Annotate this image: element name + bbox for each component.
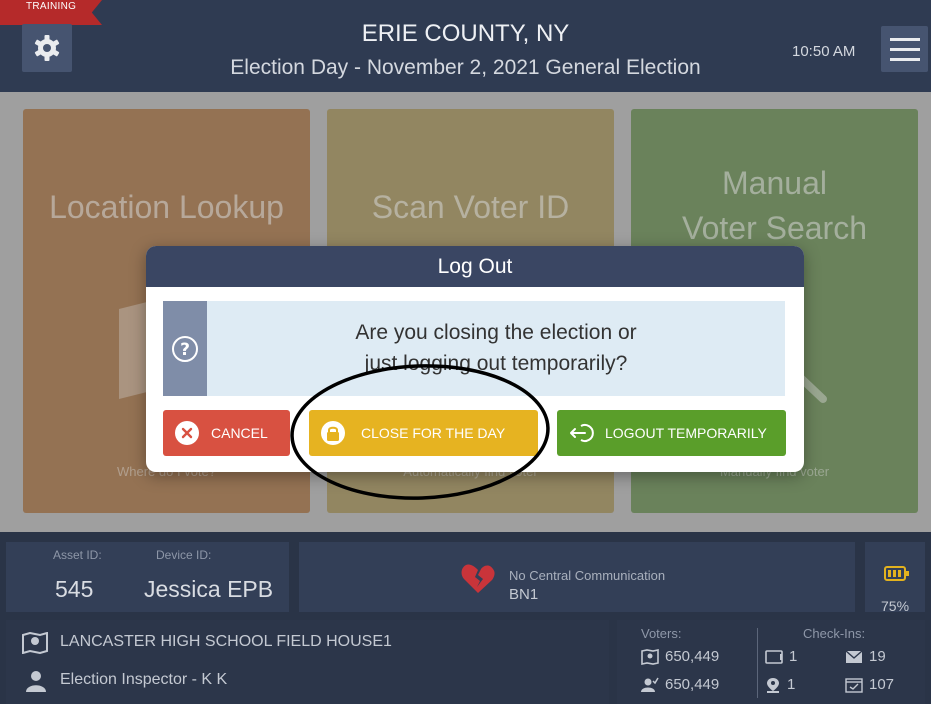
lock-icon [321, 421, 345, 445]
location-pin-icon [767, 677, 779, 693]
message-side-bar: ? [163, 301, 207, 396]
broken-heart-icon [461, 564, 495, 593]
app-header: TRAINING ERIE COUNTY, NY Election Day - … [0, 0, 931, 92]
checkin-c-count: 1 [787, 676, 796, 693]
checkin-d-count: 107 [869, 676, 895, 693]
map-location-icon [22, 632, 48, 654]
communication-panel: No Central Communication BN1 [299, 542, 855, 612]
checkin-stat-c: 1 [765, 676, 795, 693]
close-icon [175, 421, 199, 445]
checkin-b-count: 19 [869, 648, 886, 665]
checkins-label: Check-Ins: [803, 626, 866, 641]
voters-label: Voters: [641, 626, 682, 641]
dialog-message: Are you closing the election or just log… [207, 317, 785, 379]
training-label: TRAINING [26, 1, 77, 12]
tablet-icon [765, 649, 783, 664]
close-for-the-day-button[interactable]: CLOSE FOR THE DAY [309, 410, 538, 456]
logout-icon [570, 424, 594, 442]
device-id-value: Jessica EPB [144, 576, 274, 602]
close-for-the-day-label: CLOSE FOR THE DAY [361, 425, 506, 441]
checkin-a-count: 1 [789, 648, 798, 665]
voters-stat-2: 650,449 [641, 676, 719, 693]
cancel-label: CANCEL [211, 425, 268, 441]
calendar-check-icon [845, 677, 863, 693]
checkin-stat-b: 19 [845, 648, 886, 665]
clock-time: 10:50 AM [792, 43, 856, 60]
dialog-title: Log Out [146, 246, 804, 287]
divider [757, 628, 758, 698]
stats-panel: Voters: Check-Ins: 650,449 650,449 1 19 … [617, 620, 925, 704]
hamburger-menu-button[interactable] [881, 26, 928, 72]
voters-count-1: 650,449 [665, 648, 720, 665]
envelope-icon [845, 649, 863, 663]
asset-id-label: Asset ID: [53, 548, 102, 562]
cancel-button[interactable]: CANCEL [163, 410, 290, 456]
battery-panel: 75% [865, 542, 925, 614]
communication-code: BN1 [509, 586, 539, 603]
location-panel: LANCASTER HIGH SCHOOL FIELD HOUSE1 Elect… [6, 620, 609, 704]
device-id-label: Device ID: [156, 548, 212, 562]
voters-stat-1: 650,449 [641, 648, 719, 665]
user-check-icon [641, 677, 659, 692]
svg-text:?: ? [180, 340, 190, 360]
message-line-1: Are you closing the election or [355, 321, 637, 344]
device-info-panel: Asset ID: 545 Device ID: Jessica EPB [6, 542, 289, 612]
voters-count-2: 650,449 [665, 676, 720, 693]
battery-icon [884, 566, 909, 581]
question-icon: ? [172, 335, 198, 362]
logout-temporarily-label: LOGOUT TEMPORARILY [605, 425, 767, 441]
logout-temporarily-button[interactable]: LOGOUT TEMPORARILY [557, 410, 786, 456]
message-line-2: just logging out temporarily? [364, 352, 628, 375]
logout-dialog: Log Out ? Are you closing the election o… [146, 246, 804, 472]
checkin-stat-a: 1 [765, 648, 797, 665]
map-icon [641, 648, 659, 665]
status-footer: Asset ID: 545 Device ID: Jessica EPB No … [0, 532, 931, 704]
communication-status: No Central Communication [509, 568, 666, 583]
battery-percent: 75% [881, 598, 910, 614]
checkin-stat-d: 107 [845, 676, 894, 693]
asset-id-value: 545 [55, 576, 94, 602]
user-role: Election Inspector - K K [60, 671, 228, 688]
user-icon [26, 671, 46, 692]
dialog-message-box: ? Are you closing the election or just l… [163, 301, 785, 396]
polling-location: LANCASTER HIGH SCHOOL FIELD HOUSE1 [60, 633, 392, 650]
